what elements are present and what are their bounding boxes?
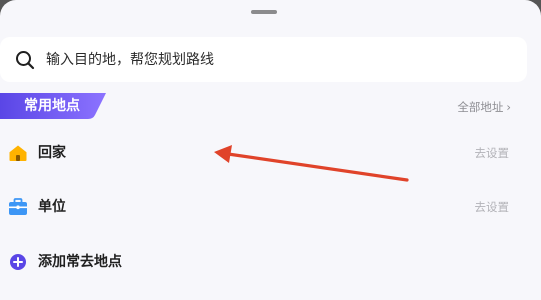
briefcase-icon — [9, 198, 27, 215]
add-frequent-place-label: 添加常去地点 — [38, 254, 122, 270]
home-setup-button[interactable]: 去设置 — [475, 145, 510, 161]
favorite-work-label: 单位 — [38, 199, 66, 215]
favorites-tag: 常用地点 — [0, 93, 106, 119]
home-icon — [9, 145, 27, 161]
drag-handle[interactable] — [251, 10, 277, 14]
search-icon — [16, 51, 35, 70]
favorite-home-label: 回家 — [38, 145, 66, 161]
bottom-sheet: 输入目的地，帮您规划路线 常用地点 全部地址 › 回家 去设置 单位 去设置 添… — [0, 0, 541, 300]
chevron-right-icon: › — [506, 100, 511, 114]
search-input[interactable]: 输入目的地，帮您规划路线 — [46, 50, 214, 70]
plus-circle-icon — [10, 254, 26, 270]
favorites-tag-label: 常用地点 — [24, 98, 80, 114]
search-bar[interactable]: 输入目的地，帮您规划路线 — [0, 37, 527, 82]
all-addresses-link[interactable]: 全部地址 › — [457, 99, 511, 115]
favorite-work-row[interactable]: 单位 去设置 — [0, 187, 541, 227]
work-setup-button[interactable]: 去设置 — [475, 199, 510, 215]
add-frequent-place-row[interactable]: 添加常去地点 — [0, 242, 541, 282]
favorite-home-row[interactable]: 回家 去设置 — [0, 133, 541, 173]
all-addresses-label: 全部地址 — [457, 100, 504, 114]
